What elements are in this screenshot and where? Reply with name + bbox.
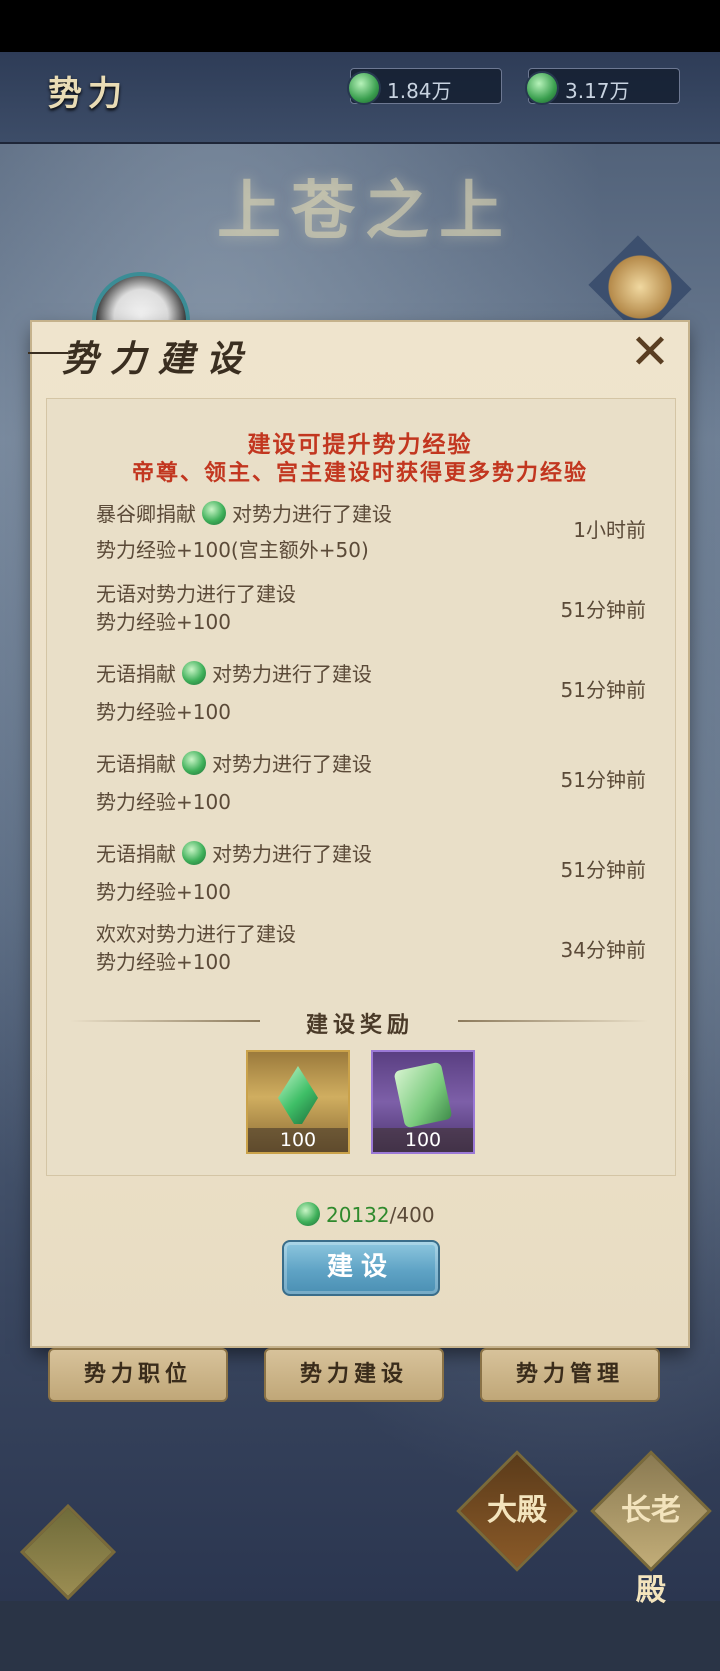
reward-heading: 建设奖励 bbox=[305, 1012, 414, 1038]
log-text: 对势力进行了建设 bbox=[232, 502, 392, 526]
elder-hall-label: 长老殿 bbox=[621, 1493, 681, 1608]
build-cost: 20132/400 bbox=[290, 1202, 435, 1227]
green-crystal-icon bbox=[278, 1066, 318, 1124]
currency-display-1[interactable]: 1.84万 bbox=[347, 68, 502, 105]
cost-have: 20132 bbox=[326, 1203, 390, 1227]
log-text: 暴谷卿捐献 bbox=[96, 502, 196, 526]
log-line1: 无语捐献 对势力进行了建设 bbox=[96, 658, 372, 687]
tab-faction-positions[interactable]: 势力职位 bbox=[48, 1348, 228, 1402]
jade-coin-icon bbox=[347, 71, 381, 105]
log-exp: 势力经验+100 bbox=[96, 790, 231, 814]
jade-coin-icon bbox=[296, 1202, 320, 1226]
log-entry: 无语对势力进行了建设 势力经验+100 51分钟前 bbox=[96, 578, 646, 638]
log-time: 1小时前 bbox=[573, 518, 646, 542]
log-text: 对势力进行了建设 bbox=[212, 752, 372, 776]
cloud-icon bbox=[37, 1521, 99, 1583]
log-text: 对势力进行了建设 bbox=[212, 842, 372, 866]
currency-value-2: 3.17万 bbox=[565, 79, 630, 103]
log-line1: 无语捐献 对势力进行了建设 bbox=[96, 838, 372, 867]
reward-item[interactable]: 100 bbox=[246, 1050, 350, 1154]
log-entry: 欢欢对势力进行了建设 势力经验+100 34分钟前 bbox=[96, 918, 646, 978]
reward-count: 100 bbox=[248, 1128, 348, 1152]
log-entry: 无语捐献 对势力进行了建设 势力经验+100 51分钟前 bbox=[96, 838, 646, 904]
log-entry: 无语捐献 对势力进行了建设 势力经验+100 51分钟前 bbox=[96, 748, 646, 814]
jade-coin-icon bbox=[202, 501, 226, 525]
log-entry: 暴谷卿捐献 对势力进行了建设 势力经验+100(宫主额外+50) 1小时前 bbox=[96, 498, 646, 562]
panel-title: 势力建设 bbox=[62, 338, 255, 380]
cost-need: /400 bbox=[389, 1203, 435, 1227]
log-text: 无语捐献 bbox=[96, 662, 176, 686]
log-line1: 欢欢对势力进行了建设 bbox=[96, 922, 296, 946]
log-time: 51分钟前 bbox=[560, 768, 646, 792]
jade-ticket-icon bbox=[393, 1061, 453, 1129]
tab-faction-manage[interactable]: 势力管理 bbox=[480, 1348, 660, 1402]
tab-faction-build[interactable]: 势力建设 bbox=[264, 1348, 444, 1402]
jade-token-icon bbox=[525, 71, 559, 105]
log-exp: 势力经验+100(宫主额外+50) bbox=[96, 538, 369, 562]
notice-line-1: 建设可提升势力经验 bbox=[247, 431, 473, 458]
reward-item[interactable]: 100 bbox=[371, 1050, 475, 1154]
faction-banner: 上苍之上 bbox=[217, 174, 513, 249]
log-line1: 无语对势力进行了建设 bbox=[96, 582, 296, 606]
jade-coin-icon bbox=[182, 841, 206, 865]
log-line1: 暴谷卿捐献 对势力进行了建设 bbox=[96, 498, 392, 527]
notice-line-2: 帝尊、领主、宫主建设时获得更多势力经验 bbox=[131, 460, 588, 486]
currency-value-1: 1.84万 bbox=[387, 79, 452, 103]
page-title: 势力 bbox=[48, 74, 128, 114]
log-text: 无语捐献 bbox=[96, 752, 176, 776]
reward-count: 100 bbox=[373, 1128, 473, 1152]
currency-display-2[interactable]: 3.17万 bbox=[525, 68, 680, 105]
log-exp: 势力经验+100 bbox=[96, 880, 231, 904]
build-button[interactable]: 建设 bbox=[282, 1240, 440, 1296]
log-text: 无语捐献 bbox=[96, 842, 176, 866]
log-time: 34分钟前 bbox=[560, 938, 646, 962]
log-exp: 势力经验+100 bbox=[96, 950, 231, 974]
jade-coin-icon bbox=[182, 661, 206, 685]
jade-coin-icon bbox=[182, 751, 206, 775]
log-entry: 无语捐献 对势力进行了建设 势力经验+100 51分钟前 bbox=[96, 658, 646, 724]
close-button[interactable]: ✕ bbox=[626, 328, 674, 378]
log-line1: 无语捐献 对势力进行了建设 bbox=[96, 748, 372, 777]
log-exp: 势力经验+100 bbox=[96, 610, 231, 634]
log-time: 51分钟前 bbox=[560, 678, 646, 702]
log-time: 51分钟前 bbox=[560, 598, 646, 622]
status-bar bbox=[0, 0, 720, 52]
log-exp: 势力经验+100 bbox=[96, 700, 231, 724]
log-time: 51分钟前 bbox=[560, 858, 646, 882]
main-hall-label: 大殿 bbox=[487, 1493, 547, 1528]
log-text: 对势力进行了建设 bbox=[212, 662, 372, 686]
